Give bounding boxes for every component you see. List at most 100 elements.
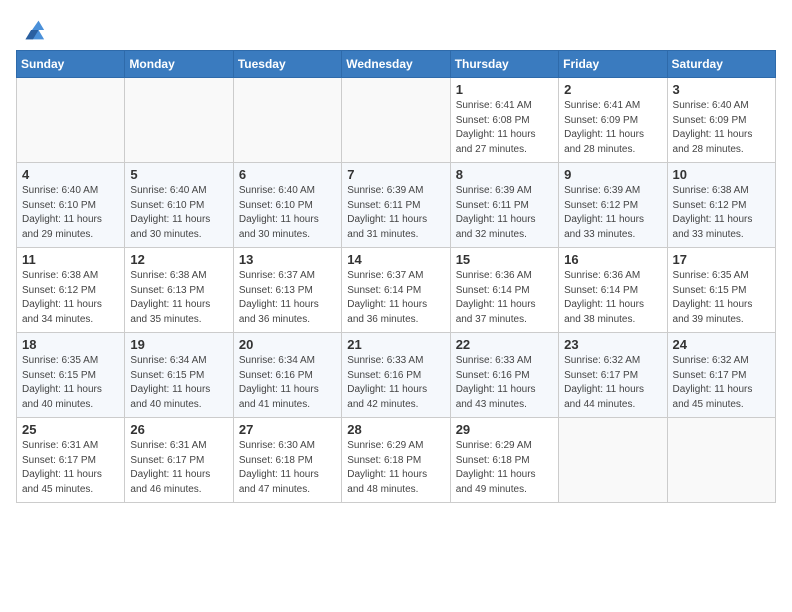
calendar-cell: 13 Sunrise: 6:37 AM Sunset: 6:13 PM Dayli…: [233, 248, 341, 333]
calendar-cell: 26 Sunrise: 6:31 AM Sunset: 6:17 PM Dayli…: [125, 418, 233, 503]
day-number: 27: [239, 422, 336, 437]
day-number: 9: [564, 167, 661, 182]
calendar-cell: 19 Sunrise: 6:34 AM Sunset: 6:15 PM Dayli…: [125, 333, 233, 418]
calendar-week-4: 18 Sunrise: 6:35 AM Sunset: 6:15 PM Dayli…: [17, 333, 776, 418]
calendar-cell: 10 Sunrise: 6:38 AM Sunset: 6:12 PM Dayli…: [667, 163, 775, 248]
day-number: 13: [239, 252, 336, 267]
day-number: 18: [22, 337, 119, 352]
calendar-cell: 28 Sunrise: 6:29 AM Sunset: 6:18 PM Dayli…: [342, 418, 450, 503]
calendar-cell: 4 Sunrise: 6:40 AM Sunset: 6:10 PM Daylig…: [17, 163, 125, 248]
day-info: Sunrise: 6:40 AM Sunset: 6:10 PM Dayligh…: [22, 184, 119, 242]
calendar-cell: 22 Sunrise: 6:33 AM Sunset: 6:16 PM Dayli…: [450, 333, 558, 418]
calendar-cell: 16 Sunrise: 6:36 AM Sunset: 6:14 PM Dayli…: [559, 248, 667, 333]
day-number: 26: [130, 422, 227, 437]
calendar-cell: 23 Sunrise: 6:32 AM Sunset: 6:17 PM Dayli…: [559, 333, 667, 418]
day-info: Sunrise: 6:34 AM Sunset: 6:15 PM Dayligh…: [130, 354, 227, 412]
day-number: 29: [456, 422, 553, 437]
day-number: 15: [456, 252, 553, 267]
weekday-header-monday: Monday: [125, 51, 233, 78]
weekday-header-sunday: Sunday: [17, 51, 125, 78]
calendar-cell: 1 Sunrise: 6:41 AM Sunset: 6:08 PM Daylig…: [450, 78, 558, 163]
day-info: Sunrise: 6:41 AM Sunset: 6:09 PM Dayligh…: [564, 99, 661, 157]
weekday-header-saturday: Saturday: [667, 51, 775, 78]
calendar-cell: 27 Sunrise: 6:30 AM Sunset: 6:18 PM Dayli…: [233, 418, 341, 503]
day-number: 25: [22, 422, 119, 437]
calendar-cell: [342, 78, 450, 163]
calendar-table: SundayMondayTuesdayWednesdayThursdayFrid…: [16, 50, 776, 503]
day-number: 24: [673, 337, 770, 352]
calendar-cell: 2Sunrise: 6:41 AM Sunset: 6:09 PM Daylig…: [559, 78, 667, 163]
day-number: 1: [456, 82, 553, 97]
calendar-week-3: 11Sunrise: 6:38 AM Sunset: 6:12 PM Dayli…: [17, 248, 776, 333]
calendar-cell: 3 Sunrise: 6:40 AM Sunset: 6:09 PM Daylig…: [667, 78, 775, 163]
weekday-header-thursday: Thursday: [450, 51, 558, 78]
day-info: Sunrise: 6:35 AM Sunset: 6:15 PM Dayligh…: [22, 354, 119, 412]
day-info: Sunrise: 6:36 AM Sunset: 6:14 PM Dayligh…: [564, 269, 661, 327]
calendar-cell: 21Sunrise: 6:33 AM Sunset: 6:16 PM Dayli…: [342, 333, 450, 418]
calendar-week-5: 25 Sunrise: 6:31 AM Sunset: 6:17 PM Dayli…: [17, 418, 776, 503]
day-number: 23: [564, 337, 661, 352]
day-number: 28: [347, 422, 444, 437]
calendar-cell: 29 Sunrise: 6:29 AM Sunset: 6:18 PM Dayli…: [450, 418, 558, 503]
calendar-week-2: 4 Sunrise: 6:40 AM Sunset: 6:10 PM Daylig…: [17, 163, 776, 248]
calendar-cell: 14 Sunrise: 6:37 AM Sunset: 6:14 PM Dayli…: [342, 248, 450, 333]
day-info: Sunrise: 6:31 AM Sunset: 6:17 PM Dayligh…: [130, 439, 227, 497]
day-number: 20: [239, 337, 336, 352]
calendar-cell: [233, 78, 341, 163]
day-number: 8: [456, 167, 553, 182]
day-number: 21: [347, 337, 444, 352]
day-number: 11: [22, 252, 119, 267]
header: [16, 16, 776, 44]
day-number: 19: [130, 337, 227, 352]
day-info: Sunrise: 6:40 AM Sunset: 6:09 PM Dayligh…: [673, 99, 770, 157]
day-number: 6: [239, 167, 336, 182]
day-info: Sunrise: 6:40 AM Sunset: 6:10 PM Dayligh…: [239, 184, 336, 242]
calendar-cell: 9Sunrise: 6:39 AM Sunset: 6:12 PM Daylig…: [559, 163, 667, 248]
day-number: 7: [347, 167, 444, 182]
calendar-cell: 7 Sunrise: 6:39 AM Sunset: 6:11 PM Daylig…: [342, 163, 450, 248]
calendar-cell: 12 Sunrise: 6:38 AM Sunset: 6:13 PM Dayli…: [125, 248, 233, 333]
calendar-cell: 20 Sunrise: 6:34 AM Sunset: 6:16 PM Dayli…: [233, 333, 341, 418]
day-info: Sunrise: 6:30 AM Sunset: 6:18 PM Dayligh…: [239, 439, 336, 497]
calendar-cell: 25 Sunrise: 6:31 AM Sunset: 6:17 PM Dayli…: [17, 418, 125, 503]
logo: [16, 16, 46, 44]
day-number: 16: [564, 252, 661, 267]
day-info: Sunrise: 6:37 AM Sunset: 6:13 PM Dayligh…: [239, 269, 336, 327]
calendar-cell: 18 Sunrise: 6:35 AM Sunset: 6:15 PM Dayli…: [17, 333, 125, 418]
day-info: Sunrise: 6:31 AM Sunset: 6:17 PM Dayligh…: [22, 439, 119, 497]
day-info: Sunrise: 6:38 AM Sunset: 6:13 PM Dayligh…: [130, 269, 227, 327]
calendar-cell: 6 Sunrise: 6:40 AM Sunset: 6:10 PM Daylig…: [233, 163, 341, 248]
calendar-cell: [17, 78, 125, 163]
calendar-cell: 5 Sunrise: 6:40 AM Sunset: 6:10 PM Daylig…: [125, 163, 233, 248]
day-info: Sunrise: 6:35 AM Sunset: 6:15 PM Dayligh…: [673, 269, 770, 327]
weekday-header-friday: Friday: [559, 51, 667, 78]
day-number: 12: [130, 252, 227, 267]
calendar-week-1: 1 Sunrise: 6:41 AM Sunset: 6:08 PM Daylig…: [17, 78, 776, 163]
calendar-cell: 8 Sunrise: 6:39 AM Sunset: 6:11 PM Daylig…: [450, 163, 558, 248]
calendar-cell: 17Sunrise: 6:35 AM Sunset: 6:15 PM Dayli…: [667, 248, 775, 333]
day-info: Sunrise: 6:29 AM Sunset: 6:18 PM Dayligh…: [347, 439, 444, 497]
day-number: 4: [22, 167, 119, 182]
calendar-cell: [559, 418, 667, 503]
day-info: Sunrise: 6:33 AM Sunset: 6:16 PM Dayligh…: [456, 354, 553, 412]
weekday-header-tuesday: Tuesday: [233, 51, 341, 78]
day-number: 3: [673, 82, 770, 97]
day-info: Sunrise: 6:39 AM Sunset: 6:11 PM Dayligh…: [456, 184, 553, 242]
day-number: 5: [130, 167, 227, 182]
calendar-cell: 11Sunrise: 6:38 AM Sunset: 6:12 PM Dayli…: [17, 248, 125, 333]
day-info: Sunrise: 6:40 AM Sunset: 6:10 PM Dayligh…: [130, 184, 227, 242]
day-number: 22: [456, 337, 553, 352]
day-info: Sunrise: 6:37 AM Sunset: 6:14 PM Dayligh…: [347, 269, 444, 327]
day-info: Sunrise: 6:36 AM Sunset: 6:14 PM Dayligh…: [456, 269, 553, 327]
day-info: Sunrise: 6:38 AM Sunset: 6:12 PM Dayligh…: [673, 184, 770, 242]
day-info: Sunrise: 6:34 AM Sunset: 6:16 PM Dayligh…: [239, 354, 336, 412]
day-info: Sunrise: 6:32 AM Sunset: 6:17 PM Dayligh…: [564, 354, 661, 412]
weekday-header-wednesday: Wednesday: [342, 51, 450, 78]
day-info: Sunrise: 6:39 AM Sunset: 6:11 PM Dayligh…: [347, 184, 444, 242]
calendar-cell: [125, 78, 233, 163]
calendar-cell: 24Sunrise: 6:32 AM Sunset: 6:17 PM Dayli…: [667, 333, 775, 418]
day-info: Sunrise: 6:29 AM Sunset: 6:18 PM Dayligh…: [456, 439, 553, 497]
day-info: Sunrise: 6:41 AM Sunset: 6:08 PM Dayligh…: [456, 99, 553, 157]
day-number: 10: [673, 167, 770, 182]
day-number: 14: [347, 252, 444, 267]
